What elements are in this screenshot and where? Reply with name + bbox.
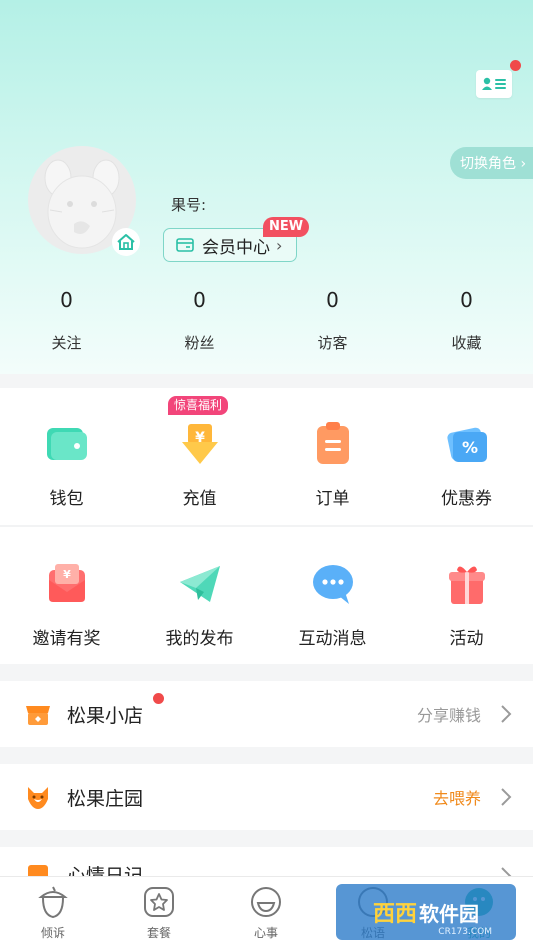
watermark-brand: 西西 bbox=[372, 902, 417, 927]
recharge-icon: ¥ bbox=[181, 424, 218, 464]
svg-text:¥: ¥ bbox=[195, 430, 205, 446]
stat-following[interactable]: 0 关注 bbox=[0, 288, 133, 353]
contacts-button[interactable] bbox=[476, 70, 512, 98]
smile-icon bbox=[251, 887, 281, 917]
orders-button[interactable]: 订单 bbox=[266, 420, 399, 509]
svg-text:%: % bbox=[461, 438, 477, 457]
stat-value: 0 bbox=[460, 288, 473, 312]
card-icon bbox=[176, 238, 194, 252]
switch-role-label: 切换角色 › bbox=[460, 156, 527, 172]
watermark-url: CR173.COM bbox=[438, 927, 492, 937]
list-item-manor[interactable]: 松果庄园 去喂养 bbox=[0, 764, 533, 830]
tab-thoughts[interactable]: 心事 bbox=[213, 885, 319, 941]
list-item-title: 松果小店 bbox=[67, 704, 144, 727]
chevron-right-icon: › bbox=[276, 235, 283, 255]
fox-icon bbox=[28, 787, 48, 809]
chat-bubble-icon bbox=[312, 565, 353, 604]
feed-link[interactable]: 去喂养 bbox=[433, 785, 481, 809]
wallet-label: 钱包 bbox=[49, 489, 84, 509]
wallet-button[interactable]: 钱包 bbox=[0, 420, 133, 509]
profile-screen: 切换角色 › 果号: 会员中心 › NEW 0 关注 0 粉丝 0 访客 0 收… bbox=[0, 0, 533, 948]
stat-value: 0 bbox=[60, 288, 73, 312]
messages-button[interactable]: 互动消息 bbox=[266, 560, 399, 649]
list-item-title: 松果庄园 bbox=[67, 787, 144, 810]
contact-card-icon bbox=[482, 77, 506, 90]
list-item-shop[interactable]: 松果小店 分享赚钱 bbox=[0, 681, 533, 747]
guo-id-label: 果号: bbox=[171, 196, 207, 214]
invite-label: 邀请有奖 bbox=[32, 629, 101, 649]
my-posts-button[interactable]: 我的发布 bbox=[133, 560, 266, 649]
chevron-right-icon bbox=[501, 705, 512, 723]
recharge-label: 充值 bbox=[182, 489, 217, 509]
home-icon bbox=[117, 234, 135, 250]
stat-value: 0 bbox=[326, 288, 339, 312]
coupon-button[interactable]: % 优惠券 bbox=[400, 420, 533, 509]
svg-text:¥: ¥ bbox=[63, 568, 71, 581]
shop-notification-dot bbox=[153, 693, 164, 704]
stat-visitors[interactable]: 0 访客 bbox=[266, 288, 399, 353]
tab-label: 心事 bbox=[253, 926, 278, 940]
share-earn-link[interactable]: 分享赚钱 bbox=[417, 702, 481, 726]
tab-label: 倾诉 bbox=[40, 926, 65, 940]
gift-icon bbox=[448, 566, 485, 604]
watermark-logo: 西西 软件园 CR173.COM bbox=[336, 884, 516, 940]
stat-label: 收藏 bbox=[451, 334, 482, 352]
invite-button[interactable]: ¥ 邀请有奖 bbox=[0, 560, 133, 649]
tab-packages[interactable]: 套餐 bbox=[106, 885, 212, 941]
stat-label: 关注 bbox=[51, 334, 82, 352]
coupon-label: 优惠券 bbox=[441, 489, 492, 509]
stat-fans[interactable]: 0 粉丝 bbox=[133, 288, 266, 353]
activity-label: 活动 bbox=[449, 629, 484, 649]
invite-icon: ¥ bbox=[48, 564, 85, 602]
activity-button[interactable]: 活动 bbox=[400, 560, 533, 649]
switch-role-button[interactable]: 切换角色 › bbox=[450, 147, 533, 179]
stat-favorites[interactable]: 0 收藏 bbox=[400, 288, 533, 353]
watermark-text: 软件园 bbox=[419, 901, 479, 926]
coupon-icon: % bbox=[446, 427, 487, 462]
my-posts-label: 我的发布 bbox=[165, 629, 234, 649]
homepage-button[interactable] bbox=[112, 228, 140, 256]
star-badge-icon bbox=[144, 887, 174, 917]
shop-icon bbox=[26, 706, 50, 725]
orders-label: 订单 bbox=[315, 489, 350, 509]
messages-label: 互动消息 bbox=[298, 629, 367, 649]
tab-label: 套餐 bbox=[146, 926, 171, 940]
new-badge: NEW bbox=[263, 217, 310, 237]
chevron-right-icon bbox=[501, 788, 512, 806]
stat-label: 粉丝 bbox=[184, 334, 215, 352]
stat-label: 访客 bbox=[317, 334, 348, 352]
paper-plane-icon bbox=[179, 566, 220, 602]
vip-center-label: 会员中心 bbox=[202, 237, 270, 258]
stat-value: 0 bbox=[193, 288, 206, 312]
tab-confide[interactable]: 倾诉 bbox=[0, 885, 106, 941]
recharge-button[interactable]: ¥ 充值 bbox=[133, 420, 266, 509]
wallet-icon bbox=[46, 428, 87, 460]
divider bbox=[0, 525, 533, 527]
notification-dot bbox=[510, 60, 521, 71]
acorn-icon bbox=[38, 886, 68, 919]
order-icon bbox=[316, 422, 349, 464]
surprise-badge: 惊喜福利 bbox=[168, 396, 229, 415]
